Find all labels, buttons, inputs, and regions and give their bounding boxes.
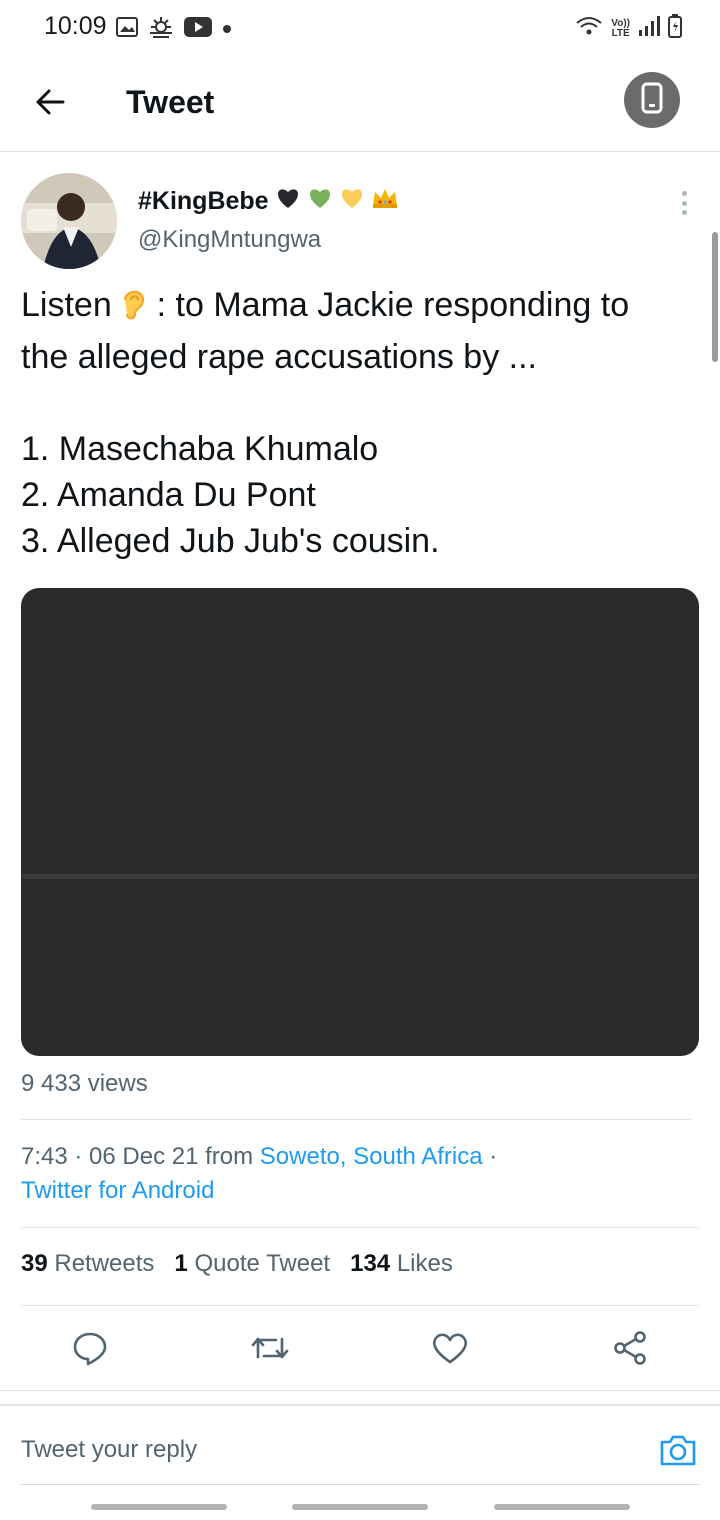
camera-button[interactable] (658, 1432, 698, 1472)
scroll-indicator[interactable] (712, 232, 718, 362)
retweets-label: Retweets (54, 1250, 155, 1277)
more-dot-icon (681, 191, 687, 196)
black-heart-icon (275, 186, 301, 217)
tweet-text-line: the alleged rape accusations by ... (21, 338, 537, 376)
tweet-text: Listen : to Mama Jackie responding to th… (21, 282, 701, 564)
tweet-meta: 7:43 · 06 Dec 21 from Soweto, South Afri… (21, 1140, 701, 1208)
divider (21, 1305, 699, 1306)
share-button[interactable] (610, 1330, 650, 1370)
likes-label: Likes (396, 1250, 453, 1277)
tweet-text-spacer (21, 380, 701, 426)
device-button[interactable] (624, 72, 680, 128)
reply-button[interactable] (70, 1330, 110, 1370)
battery-icon (668, 14, 682, 43)
page-title: Tweet (126, 84, 215, 120)
status-icons-right: Vo)) LTE (575, 14, 682, 43)
tweet-text-line: 2. Amanda Du Pont (21, 476, 316, 514)
device-icon (641, 82, 663, 119)
like-button[interactable] (430, 1330, 470, 1370)
ear-icon (121, 286, 147, 334)
yellow-heart-icon (339, 186, 365, 217)
retweets-count: 39 (21, 1250, 48, 1277)
weather-icon (148, 16, 174, 43)
tweet-text-part: Listen (21, 286, 112, 324)
likes-stat[interactable]: 134 Likes (350, 1250, 453, 1278)
nav-back-handle[interactable] (494, 1504, 630, 1510)
share-icon (612, 1330, 648, 1371)
dot-icon (222, 21, 232, 39)
tweet-text-line: 1. Masechaba Khumalo (21, 430, 379, 468)
quotes-stat[interactable]: 1 Quote Tweet (174, 1250, 330, 1278)
network-label-bottom: LTE (611, 27, 630, 39)
system-nav-bar (0, 1486, 720, 1520)
more-dot-icon (681, 200, 687, 206)
status-time: 10:09 (44, 12, 107, 40)
like-icon (431, 1331, 469, 1370)
reply-input[interactable]: Tweet your reply (21, 1436, 197, 1464)
tweet-media-video[interactable] (21, 588, 699, 1056)
author-handle[interactable]: @KingMntungwa (138, 226, 321, 254)
status-icons-left (116, 16, 232, 43)
green-heart-icon (307, 186, 333, 217)
reply-bar: Tweet your reply (0, 1404, 720, 1486)
avatar[interactable] (21, 173, 117, 269)
youtube-icon (184, 17, 212, 42)
signal-icon (638, 15, 660, 42)
quotes-label: Quote Tweet (194, 1250, 331, 1277)
reply-icon (72, 1330, 108, 1371)
quotes-count: 1 (174, 1250, 188, 1277)
display-name-text: #KingBebe (138, 187, 269, 215)
wifi-icon (575, 15, 603, 42)
retweet-button[interactable] (250, 1330, 290, 1370)
nav-recent-apps-handle[interactable] (91, 1504, 227, 1510)
status-bar: 10:09 Vo)) LTE (0, 0, 720, 56)
view-count: 9 433 views (21, 1070, 148, 1097)
meta-separator: · (489, 1143, 498, 1170)
arrow-left-icon (35, 89, 65, 120)
tweet-stats: 39 Retweets 1 Quote Tweet 134 Likes (21, 1250, 453, 1278)
tweet-text-line: Listen : to Mama Jackie responding to (21, 282, 701, 334)
author-display-name[interactable]: #KingBebe (138, 186, 399, 217)
network-type-label: Vo)) LTE (611, 17, 630, 39)
retweet-icon (250, 1331, 290, 1370)
tweet-text-part: : to Mama Jackie responding to (156, 286, 630, 324)
tweet-timestamp: 7:43 · 06 Dec 21 from (21, 1143, 254, 1170)
nav-home-handle[interactable] (292, 1504, 428, 1510)
location-link[interactable]: Soweto, South Africa (260, 1143, 483, 1170)
tweet-actions (0, 1320, 720, 1380)
divider (21, 1227, 699, 1228)
media-divider-line (21, 874, 699, 879)
app-bar: Tweet (0, 56, 720, 152)
likes-count: 134 (350, 1250, 391, 1277)
retweets-stat[interactable]: 39 Retweets (21, 1250, 154, 1278)
crown-icon (371, 186, 399, 217)
tweet-text-line: 3. Alleged Jub Jub's cousin. (21, 522, 440, 560)
source-link[interactable]: Twitter for Android (21, 1177, 214, 1204)
more-dot-icon (681, 210, 687, 215)
more-options-button[interactable] (672, 188, 696, 218)
camera-icon (658, 1435, 698, 1472)
divider (21, 1119, 691, 1120)
divider (0, 1390, 720, 1391)
divider (21, 1484, 699, 1485)
back-button[interactable] (28, 82, 72, 126)
network-label-top: Vo)) (611, 17, 630, 29)
gallery-icon (116, 17, 138, 42)
